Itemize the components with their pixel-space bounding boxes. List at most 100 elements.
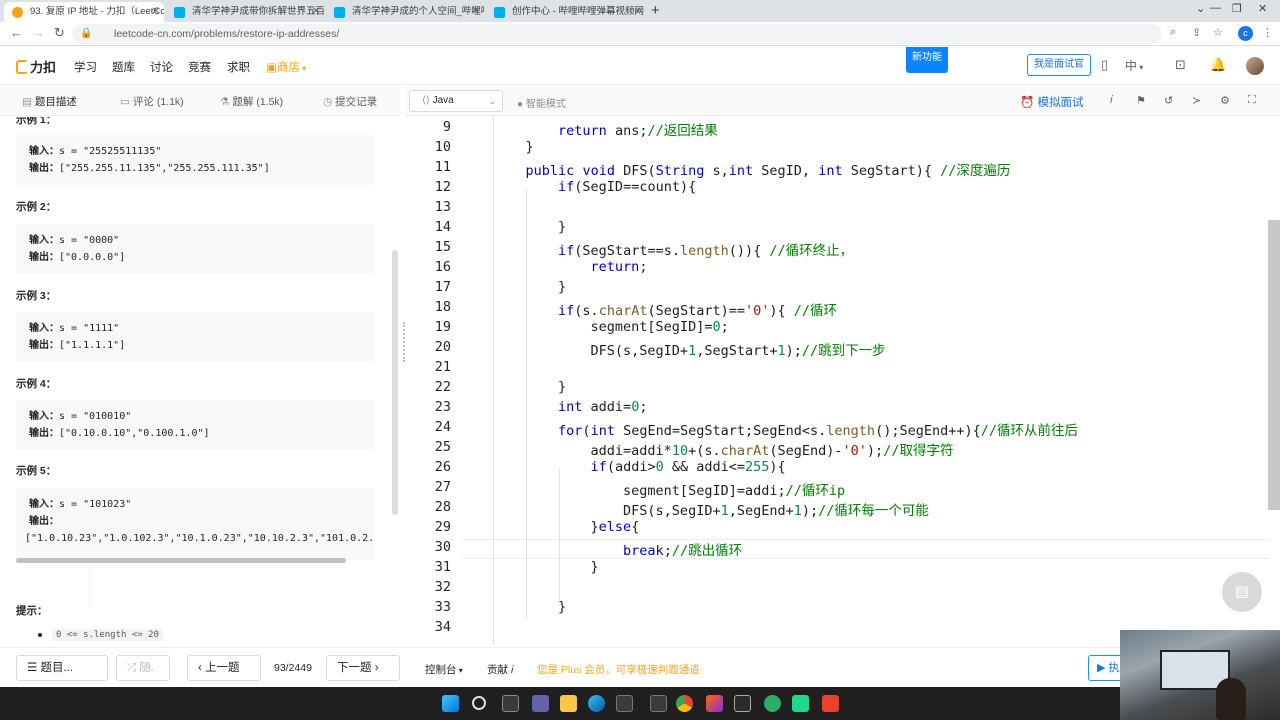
problem-list-button[interactable]: ☰ 题目... xyxy=(16,655,108,681)
store-app-icon[interactable] xyxy=(616,695,633,712)
nav-item-contest[interactable]: 竞赛 xyxy=(188,59,211,75)
search-icon[interactable]: ⌕ xyxy=(1170,26,1176,39)
code-line[interactable]: if(s.charAt(SegStart)=='0'){ //循环 xyxy=(493,299,837,319)
code-line[interactable]: } xyxy=(493,219,566,235)
code-line[interactable]: return ans;//返回结果 xyxy=(493,119,718,139)
next-problem-button[interactable]: 下一题 › xyxy=(326,655,400,681)
code-line[interactable]: if(addi>0 && addi<=255){ xyxy=(493,459,786,475)
nav-item-jobs[interactable]: 求职 xyxy=(227,59,250,75)
code-line[interactable]: } xyxy=(493,599,566,615)
close-tab-icon[interactable]: ✕ xyxy=(634,2,642,22)
user-avatar[interactable] xyxy=(1246,57,1264,75)
back-arrow-icon[interactable]: ← xyxy=(10,25,23,41)
notification-bell-icon[interactable]: 🔔 xyxy=(1210,57,1226,73)
code-line[interactable]: } xyxy=(493,559,599,575)
tab-description[interactable]: ▤ 题目描述 xyxy=(22,94,77,109)
windows-start-icon[interactable] xyxy=(442,695,459,712)
code-line[interactable]: for(int SegEnd=SegStart;SegEnd<s.length(… xyxy=(493,419,1078,439)
mock-interview-button[interactable]: ⏰ 模拟面试 xyxy=(1020,94,1084,110)
close-tab-icon[interactable]: ✕ xyxy=(472,2,480,22)
contribute-link[interactable]: 贡献 𝑖 xyxy=(487,662,514,677)
minimize-window-icon[interactable]: — xyxy=(1210,2,1221,14)
chrome-browser-icon[interactable] xyxy=(676,695,693,712)
mobile-icon[interactable]: ▯ xyxy=(1101,57,1108,73)
terminal-app-icon[interactable] xyxy=(734,695,751,712)
fullscreen-icon[interactable]: ⛶ xyxy=(1248,94,1256,107)
language-select[interactable]: ⟨⟩ Java ⌄ xyxy=(409,90,503,112)
code-line[interactable]: }else{ xyxy=(493,519,640,535)
code-editor[interactable]: 9 return ans;//返回结果 10 } 11 public void DF… xyxy=(405,117,1270,645)
browser-tab-leetcode[interactable]: 93. 复原 IP 地址 - 力扣（LeetCo ✕ xyxy=(4,2,164,22)
editor-vertical-scrollbar[interactable] xyxy=(1268,220,1280,510)
tab-submissions[interactable]: ◷ 提交记录 xyxy=(323,94,377,109)
clion-app-icon[interactable] xyxy=(792,695,809,712)
reload-icon[interactable]: ↻ xyxy=(54,25,65,41)
recording-app-icon[interactable] xyxy=(822,695,839,712)
media-app-icon[interactable] xyxy=(706,695,723,712)
close-tab-icon[interactable]: ✕ xyxy=(312,2,320,22)
forward-arrow-icon[interactable]: → xyxy=(32,25,45,41)
share-icon[interactable]: ⇪ xyxy=(1192,26,1201,39)
browser-menu-icon[interactable]: ⋮ xyxy=(1262,26,1273,39)
code-line[interactable]: int addi=0; xyxy=(493,399,647,415)
prev-problem-button[interactable]: ‹ 上一题 xyxy=(187,655,261,681)
info-icon[interactable]: 𝑖 xyxy=(1110,94,1113,107)
code-line[interactable]: } xyxy=(493,139,534,155)
random-button[interactable]: ⤮ 随. xyxy=(116,655,170,681)
leetcode-top-nav: 力扣 学习 题库 讨论 竞赛 求职 ▣商店 ▾ 新功能 我是面试官 ▯ 中 ▾ … xyxy=(0,47,1280,85)
close-window-icon[interactable]: ✕ xyxy=(1258,2,1267,15)
url-field[interactable]: 🔒 leetcode-cn.com/problems/restore-ip-ad… xyxy=(72,24,1162,44)
code-line[interactable]: return; xyxy=(493,259,648,275)
code-line[interactable]: } xyxy=(493,279,566,295)
task-view-icon[interactable] xyxy=(502,695,519,712)
new-tab-button[interactable]: + xyxy=(651,2,660,20)
browser-tab-bilibili-1[interactable]: 清华学神尹成带你拆解世界五百 ✕ xyxy=(166,2,324,22)
pane-resize-handle[interactable] xyxy=(403,322,406,362)
code-line[interactable]: segment[SegID]=addi;//循环ip xyxy=(493,479,845,499)
interviewer-button[interactable]: 我是面试官 xyxy=(1027,54,1091,76)
nav-item-learn[interactable]: 学习 xyxy=(74,59,97,75)
profile-avatar[interactable]: c xyxy=(1238,26,1253,41)
code-line[interactable]: break;//跳出循环 xyxy=(493,539,742,559)
reset-icon[interactable]: ↺ xyxy=(1164,94,1173,107)
chat-icon[interactable] xyxy=(532,695,549,712)
leetcode-logo[interactable]: 力扣 xyxy=(16,57,56,76)
code-line[interactable]: DFS(s,SegID+1,SegStart+1);//跳到下一步 xyxy=(493,339,886,359)
settings-icon[interactable]: ⚙ xyxy=(1220,94,1230,107)
code-line[interactable]: segment[SegID]=0; xyxy=(493,319,729,335)
tab-solutions[interactable]: ⚗ 题解 (1.5k) xyxy=(220,94,283,109)
tab-comments[interactable]: ▭ 评论 (1.1k) xyxy=(120,94,184,109)
horizontal-scrollbar[interactable] xyxy=(16,558,346,563)
language-switch[interactable]: 中 ▾ xyxy=(1125,57,1143,74)
bookmark-star-icon[interactable]: ☆ xyxy=(1213,26,1223,39)
nav-item-problems[interactable]: 题库 xyxy=(112,59,135,75)
mail-app-icon[interactable] xyxy=(650,695,667,712)
notes-float-button[interactable]: ▤ xyxy=(1222,572,1262,612)
description-vertical-scrollbar[interactable] xyxy=(392,250,398,515)
edge-browser-icon[interactable] xyxy=(588,695,605,712)
problem-description: 示例 1： 输入：s = "25525511135" 输出：["255.255.… xyxy=(0,117,395,647)
code-line[interactable]: if(SegID==count){ xyxy=(493,179,696,195)
search-icon[interactable] xyxy=(472,696,486,710)
code-line[interactable]: if(SegStart==s.length()){ //循环终止， xyxy=(493,239,853,259)
nav-item-discuss[interactable]: 讨论 xyxy=(150,59,173,75)
code-line[interactable]: } xyxy=(493,379,566,395)
nav-item-store[interactable]: ▣商店 ▾ xyxy=(266,59,306,75)
code-line[interactable]: addi=addi*10+(s.charAt(SegEnd)-'0');//取得… xyxy=(493,439,954,459)
close-tab-icon[interactable]: ✕ xyxy=(152,2,160,22)
browser-tab-bilibili-3[interactable]: 创作中心 - 哔哩哔哩弹幕视频网 ✕ xyxy=(486,2,646,22)
terminal-icon[interactable]: ⊡ xyxy=(1175,57,1186,73)
console-icon[interactable]: ≻ xyxy=(1192,94,1201,107)
restore-window-icon[interactable]: ❐ xyxy=(1232,2,1242,15)
tab-search-icon[interactable]: ⌄ xyxy=(1196,2,1205,15)
code-line[interactable]: public void DFS(String s,int SegID, int … xyxy=(493,159,1011,179)
smart-mode-toggle[interactable]: ● 智能模式 xyxy=(517,95,566,110)
console-toggle[interactable]: 控制台 ▾ xyxy=(425,662,463,677)
line-number: 9 xyxy=(442,119,451,135)
browser-tab-bilibili-2[interactable]: 清华学神尹成的个人空间_哔哩哔 ✕ xyxy=(326,2,484,22)
code-line[interactable]: DFS(s,SegID+1,SegEnd+1);//循环每一个可能 xyxy=(493,499,929,519)
flag-icon[interactable]: ⚑ xyxy=(1136,94,1146,107)
new-feature-badge[interactable]: 新功能 xyxy=(906,47,948,73)
wechat-app-icon[interactable] xyxy=(764,695,781,712)
file-explorer-icon[interactable] xyxy=(560,695,577,712)
